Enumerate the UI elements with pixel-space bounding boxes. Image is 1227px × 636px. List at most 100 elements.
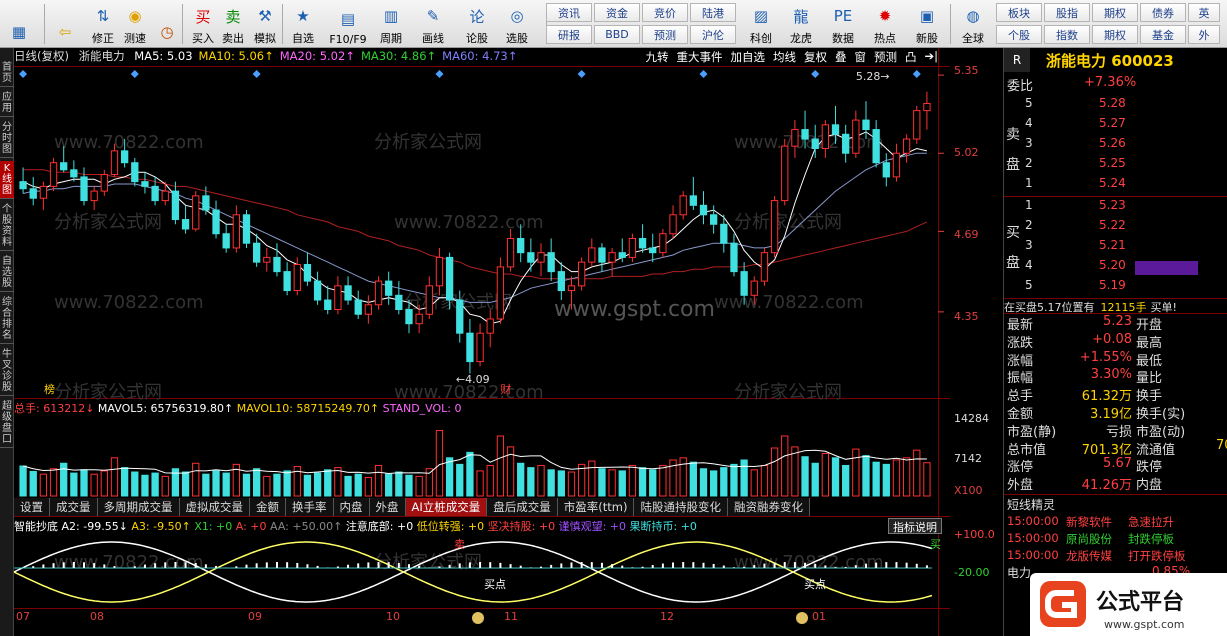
toolbar-button-10[interactable]: ▥ 周期 — [376, 2, 406, 46]
toolbar-button-12[interactable]: 论论股 — [462, 2, 492, 46]
toolbar-grid2-cell[interactable]: 个股 — [996, 25, 1042, 44]
indicator-tab-7[interactable]: 外盘 — [369, 498, 406, 516]
left-tab-7[interactable]: 牛叉诊股 — [0, 347, 14, 396]
event-diamond-icon[interactable] — [435, 70, 444, 78]
event-diamond-icon[interactable] — [130, 70, 139, 78]
toolbar-button-4[interactable]: ◷ — [152, 2, 182, 46]
indicator-tab-1[interactable]: 成交量 — [50, 498, 98, 516]
toolbar-grid2-cell[interactable]: 外 — [1188, 25, 1220, 44]
toolbar-grid-cell[interactable]: 沪伦 — [690, 25, 736, 44]
bid-row[interactable]: 4 5.20 — [1004, 258, 1227, 278]
ask-row[interactable]: 3 5.26 — [1004, 136, 1227, 156]
left-tab-3[interactable]: K线图 — [0, 161, 14, 199]
toolbar-button-3[interactable]: ◉ 测速 — [120, 2, 150, 46]
toolbar-grid-cell[interactable]: 竞价 — [642, 3, 688, 22]
toolbar-grid-cell[interactable]: 研报 — [546, 25, 592, 44]
event-diamond-icon[interactable] — [577, 70, 586, 78]
toolbar-grid-cell[interactable]: 陆港 — [690, 3, 736, 22]
left-tab-1[interactable]: 应用 — [0, 90, 14, 117]
indicator-tab-0[interactable]: 设置 — [14, 498, 50, 516]
toolbar2-button-4[interactable]: ▣ 新股 — [910, 2, 944, 46]
sprite-row[interactable]: 15:00:00 龙版传媒 打开跌停板 — [1004, 548, 1227, 565]
candle — [770, 195, 779, 258]
indicator-tab-9[interactable]: 盘后成交量 — [487, 498, 558, 516]
left-tab-8[interactable]: 超级盘口 — [0, 399, 14, 448]
toolbar-button-label: 周期 — [380, 32, 402, 45]
toolbar2-button-3[interactable]: ✹ 热点 — [868, 2, 902, 46]
toolbar-grid2-cell[interactable]: 期权 — [1092, 25, 1138, 44]
ind2-bar — [458, 563, 461, 568]
ind2-bar — [255, 563, 258, 568]
volume-bar — [405, 474, 413, 497]
toolbar-button-5[interactable]: 买买入 — [188, 2, 218, 46]
event-diamond-icon[interactable] — [699, 70, 708, 78]
vol-tick-2: X100 — [954, 484, 983, 497]
toolbar2-button-1[interactable]: 龍龙虎 — [784, 2, 818, 46]
toolbar2-button-2[interactable]: PE 数据 — [826, 2, 860, 46]
toolbar-grid2-cell[interactable]: 股指 — [1044, 3, 1090, 22]
ask-row[interactable]: 1 5.24 — [1004, 176, 1227, 196]
indicator-tab-4[interactable]: 金额 — [250, 498, 286, 516]
toolbar-grid2-cell[interactable]: 英 — [1188, 3, 1220, 22]
sprite-row[interactable]: 15:00:00 原尚股份 封跌停板 — [1004, 531, 1227, 548]
bid-row[interactable]: 1 5.23 — [1004, 198, 1227, 218]
indicator-tab-2[interactable]: 多周期成交量 — [97, 498, 180, 516]
toolbar2-button-5[interactable]: ◍ 全球 — [956, 2, 990, 46]
candle-body — [171, 190, 180, 221]
left-tab-0[interactable]: 首页 — [0, 60, 14, 87]
toolbar-button-6[interactable]: 卖卖出 — [218, 2, 248, 46]
candle — [192, 191, 200, 232]
indicator-tab-8[interactable]: AI立桩成交量 — [405, 498, 488, 516]
sprite-title[interactable]: 短线精灵 — [1007, 496, 1055, 513]
candle — [100, 169, 108, 196]
bid-row[interactable]: 2 5.22 — [1004, 218, 1227, 238]
toolbar-button-9[interactable]: ▤ F10/F9 — [326, 2, 370, 46]
indicator-tab-10[interactable]: 市盈率(ttm) — [557, 498, 635, 516]
volume-bar — [628, 464, 637, 497]
toolbar-button-13[interactable]: ◎ 选股 — [502, 2, 532, 46]
left-tab-4[interactable]: 个股资料 — [0, 202, 14, 251]
left-tab-5[interactable]: 自选股 — [0, 254, 14, 292]
indicator-tab-5[interactable]: 换手率 — [286, 498, 334, 516]
dragon-icon: 龍 — [793, 7, 809, 26]
ask-row[interactable]: 4 5.27 — [1004, 116, 1227, 136]
toolbar-grid2-cell[interactable]: 债券 — [1140, 3, 1186, 22]
indicator-tab-3[interactable]: 虚拟成交量 — [179, 498, 250, 516]
event-diamond-icon[interactable] — [811, 70, 820, 78]
sprite-row[interactable]: 15:00:00 新黎软件 急速拉升 — [1004, 514, 1227, 531]
toolbar-button-11[interactable]: ✎ 画线 — [418, 2, 448, 46]
bid-row[interactable]: 3 5.21 — [1004, 238, 1227, 258]
left-tab-6[interactable]: 综合排名 — [0, 295, 14, 344]
event-diamond-icon[interactable] — [912, 70, 921, 78]
indicator-help-button[interactable]: 指标说明 — [888, 518, 942, 534]
toolbar-grid2-cell[interactable]: 期权 — [1092, 3, 1138, 22]
ind2-bar — [306, 564, 309, 568]
toolbar-button-7[interactable]: ⚒ 模拟 — [250, 2, 280, 46]
indicator-tab-12[interactable]: 融资融券变化 — [727, 498, 810, 516]
toolbar-grid2-cell[interactable]: 指数 — [1044, 25, 1090, 44]
code-prefix[interactable]: R — [1004, 48, 1030, 72]
toolbar-button-8[interactable]: ★ 自选 — [288, 2, 318, 46]
toolbar-grid2-cell[interactable]: 基金 — [1140, 25, 1186, 44]
toolbar-grid-cell[interactable]: 预测 — [642, 25, 688, 44]
ask-row[interactable]: 5 5.28 — [1004, 96, 1227, 116]
toolbar-button-1[interactable]: ⇦ — [50, 2, 80, 46]
globe-icon: ◍ — [966, 7, 980, 25]
toolbar-grid-cell[interactable]: 资金 — [594, 3, 640, 22]
indicator-tab-6[interactable]: 内盘 — [333, 498, 370, 516]
toolbar-grid2-cell[interactable]: 板块 — [996, 3, 1042, 22]
toolbar-grid-cell[interactable]: BBD — [594, 25, 640, 44]
ind2-bar — [773, 562, 776, 568]
toolbar2-button-0[interactable]: ▨ 科创 — [744, 2, 778, 46]
toolbar-grid-cell[interactable]: 资讯 — [546, 3, 592, 22]
indicator-tab-11[interactable]: 陆股通持股变化 — [634, 498, 728, 516]
ask-level: 2 — [1025, 156, 1033, 170]
event-diamond-icon[interactable] — [252, 70, 261, 78]
ask-row[interactable]: 2 5.25 — [1004, 156, 1227, 176]
event-diamond-icon[interactable] — [19, 70, 28, 78]
bid-row[interactable]: 5 5.19 — [1004, 278, 1227, 298]
toolbar-button-2[interactable]: ⇅ 修正 — [88, 2, 118, 46]
stat-value: 3.19亿 — [1090, 407, 1132, 422]
toolbar-button-0[interactable]: ▦ — [4, 2, 34, 46]
left-tab-2[interactable]: 分时图 — [0, 120, 14, 158]
